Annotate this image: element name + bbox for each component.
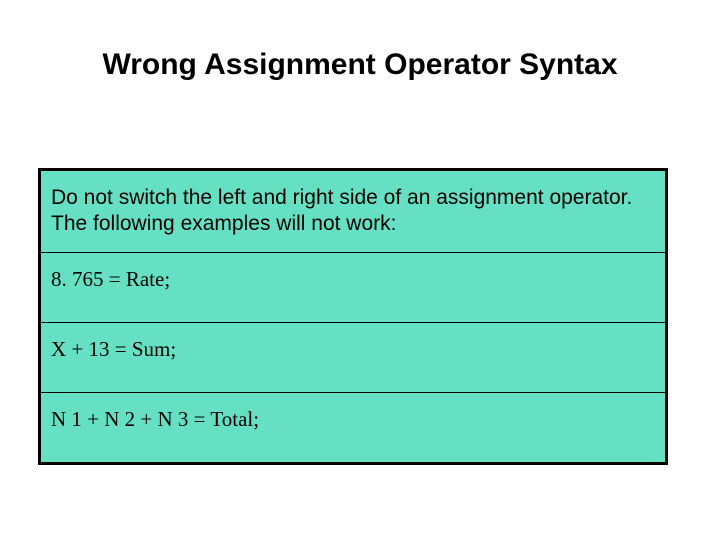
slide: Wrong Assignment Operator Syntax Do not … [0,0,720,540]
slide-title: Wrong Assignment Operator Syntax [0,48,720,82]
content-box: Do not switch the left and right side of… [38,168,668,465]
example-3: N 1 + N 2 + N 3 = Total; [41,393,665,462]
example-2: X + 13 = Sum; [41,323,665,393]
example-1: 8. 765 = Rate; [41,253,665,323]
intro-text: Do not switch the left and right side of… [41,171,665,253]
